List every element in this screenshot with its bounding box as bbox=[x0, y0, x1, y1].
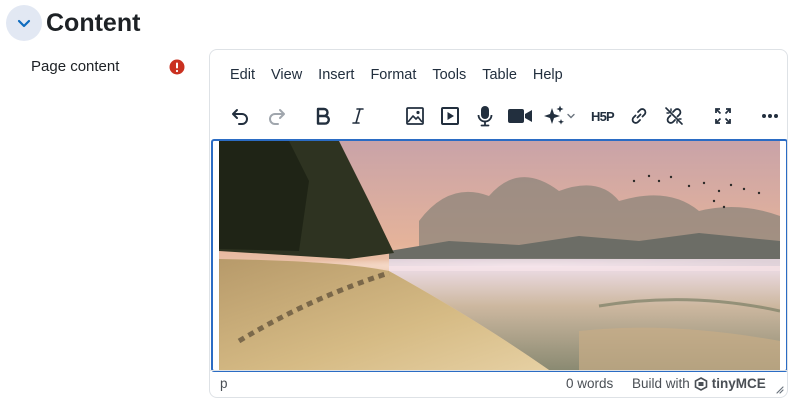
video-camera-icon bbox=[508, 109, 532, 123]
h5p-icon: H5P bbox=[591, 109, 616, 124]
redo-icon bbox=[269, 109, 285, 125]
menu-tools[interactable]: Tools bbox=[424, 63, 474, 87]
editor-content-area[interactable] bbox=[211, 139, 787, 372]
fullscreen-button[interactable] bbox=[706, 100, 740, 132]
more-button[interactable] bbox=[753, 100, 787, 132]
link-icon bbox=[631, 108, 647, 124]
build-with-label: Build with bbox=[632, 376, 690, 391]
editor-menubar: Edit View Insert Format Tools Table Help bbox=[210, 63, 571, 87]
editor-toolbar: H5P bbox=[220, 100, 778, 132]
media-icon bbox=[441, 107, 459, 125]
bold-button[interactable] bbox=[306, 100, 340, 132]
redo-button[interactable] bbox=[260, 100, 294, 132]
link-button[interactable] bbox=[622, 100, 656, 132]
image-icon bbox=[406, 107, 424, 125]
menu-view[interactable]: View bbox=[263, 63, 310, 87]
fullscreen-icon bbox=[715, 108, 731, 124]
page-content-label: Page content bbox=[31, 58, 120, 75]
bold-icon bbox=[316, 107, 330, 125]
media-button[interactable] bbox=[433, 100, 467, 132]
editor-statusbar: p 0 words Build with tinyMCE bbox=[210, 370, 787, 397]
undo-icon bbox=[232, 109, 248, 125]
resize-handle-icon[interactable] bbox=[774, 384, 784, 394]
image-button[interactable] bbox=[398, 100, 432, 132]
tinymce-branding[interactable]: Build with tinyMCE bbox=[632, 376, 766, 391]
undo-button[interactable] bbox=[223, 100, 257, 132]
unlink-icon bbox=[665, 107, 683, 125]
tinymce-brand: tinyMCE bbox=[711, 376, 766, 391]
menu-insert[interactable]: Insert bbox=[310, 63, 362, 87]
chevron-down-icon bbox=[17, 19, 31, 28]
h5p-label: H5P bbox=[591, 109, 615, 124]
section-title: Content bbox=[46, 9, 141, 37]
rich-text-editor: Edit View Insert Format Tools Table Help bbox=[209, 49, 788, 398]
italic-button[interactable] bbox=[341, 100, 375, 132]
menu-help[interactable]: Help bbox=[525, 63, 571, 87]
unlink-button[interactable] bbox=[657, 100, 691, 132]
microphone-icon bbox=[477, 106, 493, 127]
ai-tools-button[interactable] bbox=[538, 100, 580, 132]
section-collapse-toggle[interactable] bbox=[6, 5, 42, 41]
word-count[interactable]: 0 words bbox=[566, 376, 613, 391]
italic-icon bbox=[352, 108, 364, 124]
ai-sparkle-icon bbox=[544, 105, 564, 125]
record-video-button[interactable] bbox=[503, 100, 537, 132]
element-path[interactable]: p bbox=[220, 376, 228, 391]
h5p-button[interactable]: H5P bbox=[586, 100, 622, 132]
more-icon bbox=[762, 114, 778, 118]
chevron-down-icon bbox=[567, 113, 575, 119]
beach-sunset-image bbox=[219, 141, 780, 370]
menu-format[interactable]: Format bbox=[362, 63, 424, 87]
record-audio-button[interactable] bbox=[468, 100, 502, 132]
tinymce-logo-icon bbox=[694, 376, 708, 391]
required-icon bbox=[169, 59, 185, 75]
menu-edit[interactable]: Edit bbox=[222, 63, 263, 87]
menu-table[interactable]: Table bbox=[474, 63, 525, 87]
